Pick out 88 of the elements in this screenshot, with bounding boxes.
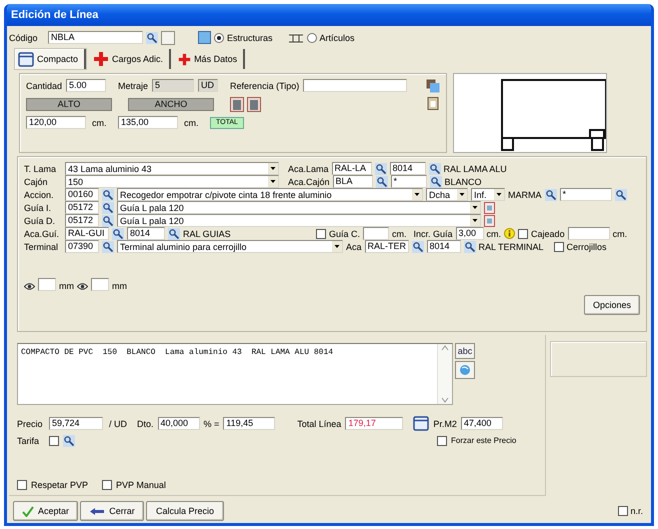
checkbox-label: PVP Manual — [116, 480, 166, 490]
checkbox-label: Forzar este Precio — [451, 436, 516, 445]
dropdown-field[interactable]: Terminal aluminio para cerrojillo — [117, 240, 343, 253]
checkbox-label: Cerrojillos — [566, 242, 607, 252]
dropdown-field[interactable]: Recogedor empotrar c/pivote cinta 18 frente aluminio — [117, 188, 423, 201]
unit-label: cm. — [184, 118, 200, 128]
input-field[interactable]: 05172 — [65, 214, 99, 227]
input-field[interactable]: 8014 — [390, 162, 426, 175]
tab[interactable]: Compacto — [15, 49, 86, 69]
field-label: Terminal — [24, 242, 60, 252]
field-label: / UD — [109, 418, 127, 428]
spell-button[interactable]: abc — [455, 343, 475, 359]
field-label: Guía D. — [24, 216, 56, 226]
description-field[interactable]: COMPACTO DE PVC 150 BLANCO Lama aluminio 43 RAL LAMA ALU 8014 — [17, 343, 453, 405]
dropdown-field[interactable]: 150 — [65, 175, 279, 188]
checkbox-label: n.r. — [630, 506, 643, 516]
input-field[interactable]: * — [390, 175, 427, 188]
input-field[interactable]: 135,00 — [118, 116, 178, 129]
field-label: Cajón — [24, 176, 49, 186]
options-button[interactable]: Opciones — [584, 295, 640, 315]
tab[interactable]: Cargos Adic. — [90, 49, 172, 69]
unit-label: cm. — [92, 118, 108, 128]
color-name: RAL LAMA ALU — [444, 164, 507, 174]
input-field[interactable]: 05172 — [65, 201, 99, 214]
unit-field: UD — [198, 79, 218, 92]
field-label: Tarifa — [17, 436, 40, 446]
checkbox-label: Cajeado — [531, 228, 565, 238]
dropdown-field[interactable]: Guía L pala 120 — [117, 214, 481, 227]
field-label: % = — [204, 418, 220, 428]
input-field[interactable]: 40,000 — [158, 417, 200, 430]
input-field[interactable]: RAL-TER — [364, 240, 409, 253]
field-label: Incr. Guía — [414, 228, 453, 238]
input-field[interactable]: 119,45 — [223, 417, 276, 430]
dialog-button[interactable]: Calcula Precio — [146, 501, 224, 521]
radio-label: Estructuras — [227, 32, 273, 42]
dialog-button[interactable]: Cerrar — [80, 501, 144, 521]
dropdown-field[interactable]: Dcha — [426, 188, 468, 201]
unit-label: mm — [112, 281, 127, 291]
field-label: Aca — [346, 242, 362, 252]
field-label: Dto. — [137, 418, 154, 428]
unit-label: mm — [59, 281, 74, 291]
unit-label: cm. — [612, 228, 628, 238]
input-field[interactable]: BLA — [332, 175, 373, 188]
field-label: Aca.Guí. — [24, 228, 60, 238]
field-label: Aca.Cajón — [288, 176, 330, 186]
field-label: Metraje — [118, 80, 148, 90]
input-field[interactable]: NBLA — [48, 31, 143, 44]
checkbox-label: Guía C. — [329, 228, 360, 238]
input-field[interactable]: 8014 — [127, 227, 165, 240]
dropdown-field[interactable]: 43 Lama aluminio 43 — [65, 162, 279, 175]
unit-label: cm. — [392, 228, 407, 238]
total-field[interactable]: 179,17 — [345, 417, 404, 430]
input-field[interactable]: 8014 — [426, 240, 461, 253]
unit-label: cm. — [486, 228, 502, 238]
dialog-button[interactable]: Aceptar — [13, 501, 78, 521]
input-field[interactable]: 00160 — [65, 188, 99, 201]
input-field[interactable]: 5.00 — [66, 79, 106, 92]
field-label: Total Línea — [297, 418, 342, 428]
color-name: RAL GUIAS — [183, 228, 232, 238]
field-label: T. Lama — [24, 164, 58, 174]
field-label: Accion. — [24, 190, 55, 200]
column-header: ANCHO — [128, 98, 214, 110]
color-name: BLANCO — [444, 176, 482, 186]
input-field[interactable]: 3,00 — [456, 227, 484, 240]
color-name: RAL TERMINAL — [478, 242, 545, 252]
window-title: Edición de Línea — [11, 9, 98, 21]
field-label: Pr.M2 — [433, 418, 457, 428]
checkbox-label: Respetar PVP — [31, 480, 88, 490]
column-header: ALTO — [26, 98, 112, 110]
input-field[interactable]: * — [560, 188, 612, 201]
input-field[interactable]: RAL-GUI — [65, 227, 109, 240]
brand-label: MARMA — [508, 190, 542, 200]
field-label: Guía I. — [24, 202, 52, 212]
field-label: Aca.Lama — [288, 164, 329, 174]
field-label: Precio — [17, 418, 44, 428]
input-field[interactable]: 07390 — [65, 240, 99, 253]
input-field[interactable]: 47,400 — [460, 417, 503, 430]
field-label: Referencia (Tipo) — [230, 80, 300, 90]
field-label: Cantidad — [26, 80, 62, 90]
dropdown-field[interactable]: Guía L pala 120 — [117, 201, 481, 214]
input-field: 5 — [152, 79, 194, 92]
input-field[interactable]: RAL-LA — [332, 162, 372, 175]
input-field[interactable]: 59,724 — [49, 417, 103, 430]
dropdown-field[interactable]: Inf. — [471, 188, 505, 201]
input-field[interactable]: 120,00 — [26, 116, 86, 129]
field-label: Código — [9, 32, 39, 42]
radio-label: Artículos — [320, 32, 355, 42]
tab[interactable]: Más Datos — [175, 49, 246, 69]
